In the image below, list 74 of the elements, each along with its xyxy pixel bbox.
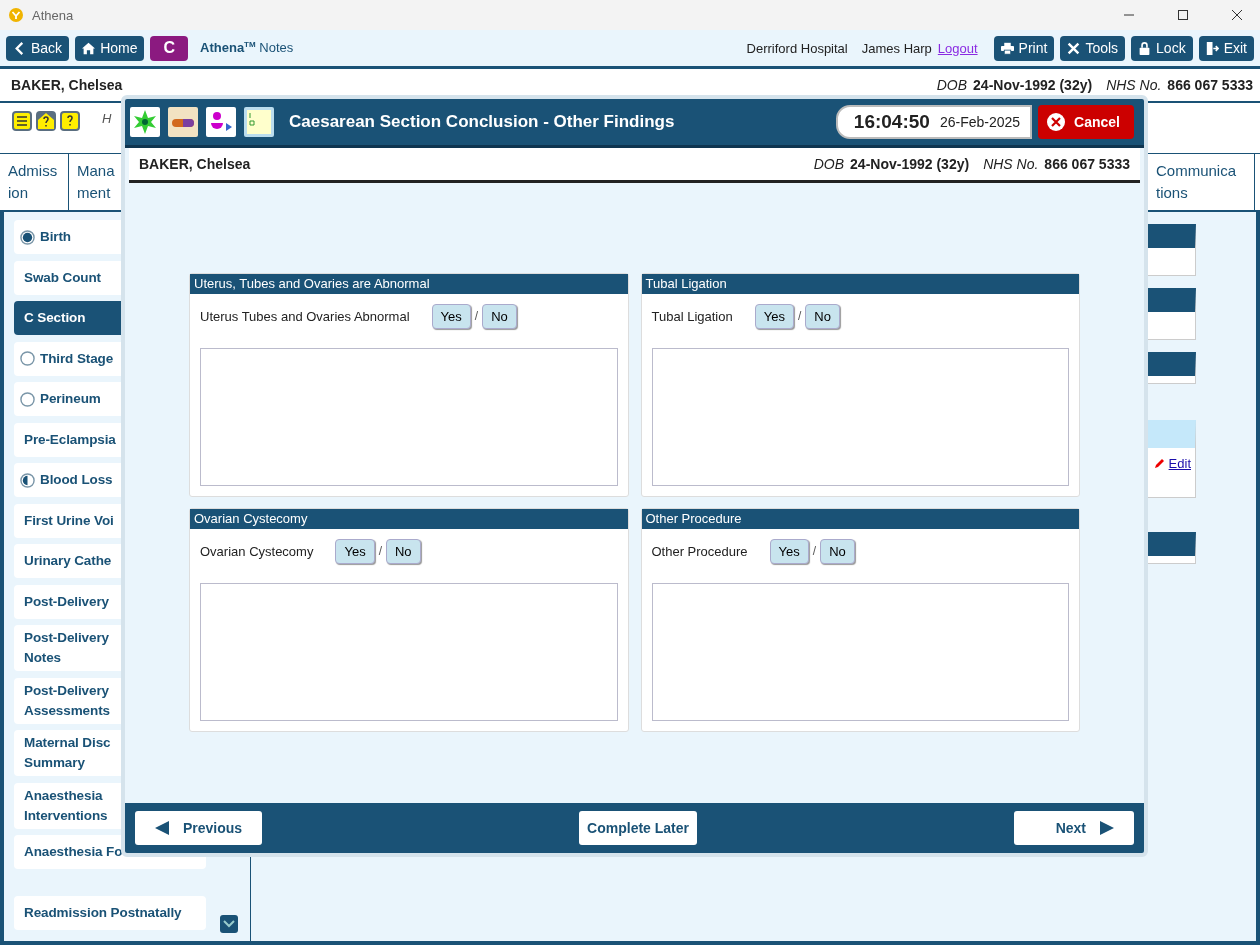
no-button[interactable]: No [482,303,517,329]
print-button[interactable]: Print [993,35,1055,61]
date-text: 26-Feb-2025 [939,114,1021,130]
section-tab[interactable]: Admiss ion [0,154,69,210]
complete-later-button[interactable]: Complete Later [579,811,698,845]
cancel-button[interactable]: Cancel [1038,105,1134,139]
card-title: Uterus, Tubes and Ovaries are Abnormal [190,274,628,294]
scroll-down-icon[interactable] [220,915,238,933]
yes-button[interactable]: Yes [335,538,375,564]
alert-question-icon[interactable] [60,111,80,131]
tools-button[interactable]: Tools [1060,35,1126,61]
lock-button[interactable]: Lock [1131,35,1193,61]
sidebar-item[interactable]: Readmission Postnatally [14,895,206,930]
close-circle-icon [1046,112,1067,132]
nhs-label: NHS No. [983,156,1039,172]
no-button[interactable]: No [386,538,421,564]
notes-field[interactable] [200,583,618,721]
app-logo-icon [8,7,24,23]
triangle-right-icon [1100,821,1114,835]
nhs-value: 866 067 5333 [1167,77,1253,93]
yes-button[interactable]: Yes [769,538,809,564]
home-icon [82,41,96,55]
notes-field[interactable] [200,348,618,486]
flower-icon[interactable] [129,107,161,137]
card-title: Other Procedure [641,509,1079,529]
card-title: Ovarian Cystecomy [190,509,628,529]
separator-text: / [797,309,802,323]
window-title: Athena [32,7,74,23]
question-label: Other Procedure [651,543,748,559]
user-name: James Harp [861,40,932,56]
question-label: Tubal Ligation [651,308,733,324]
notepad-icon[interactable] [243,107,275,137]
chevron-left-icon [13,41,26,55]
alert-text: H [102,111,112,126]
maximize-icon[interactable] [1177,9,1189,21]
pencil-icon [1152,457,1165,470]
yes-button[interactable]: Yes [431,303,471,329]
previous-button[interactable]: Previous [135,811,263,845]
alert-home-icon[interactable] [36,111,56,131]
card-title: Tubal Ligation [641,274,1079,294]
notes-field[interactable] [651,583,1069,721]
home-button[interactable]: Home [75,35,145,61]
app-name: Athena$^{TM}$ Notes [200,40,294,56]
exit-button[interactable]: Exit [1198,35,1254,61]
no-button[interactable]: No [820,538,855,564]
lock-icon [1138,41,1152,55]
separator-text: / [378,544,382,558]
logout-link[interactable]: Logout [937,40,978,56]
dialog-title: Caesarean Section Conclusion - Other Findings [289,112,675,132]
exit-icon [1205,41,1219,55]
notes-field[interactable] [651,348,1069,486]
capsule-icon[interactable] [167,107,199,137]
dob-label: DOB [813,156,845,172]
alert-list-icon[interactable] [12,111,32,131]
category-button[interactable]: C [150,35,189,61]
no-button[interactable]: No [805,303,840,329]
separator-text: / [474,309,479,323]
hospital-name: Derriford Hospital [746,40,848,56]
triangle-left-icon [155,821,169,835]
dob-label: DOB [936,77,968,93]
dob-value: 24-Nov-1992 (32y) [973,77,1093,93]
back-button[interactable]: Back [6,35,70,61]
patient-name: BAKER, Chelsea [139,156,251,172]
next-button[interactable]: Next [1014,811,1134,845]
printer-icon [1000,41,1014,55]
close-icon[interactable] [1231,9,1243,21]
nhs-label: NHS No. [1106,77,1162,93]
dob-value: 24-Nov-1992 (32y) [850,156,970,172]
time-text: 16:04:50 [853,111,930,133]
nhs-value: 866 067 5333 [1044,156,1130,172]
separator-text: / [812,544,817,558]
yes-button[interactable]: Yes [754,303,794,329]
patient-name: BAKER, Chelsea [11,77,123,93]
edit-link[interactable]: Edit [1168,456,1191,471]
